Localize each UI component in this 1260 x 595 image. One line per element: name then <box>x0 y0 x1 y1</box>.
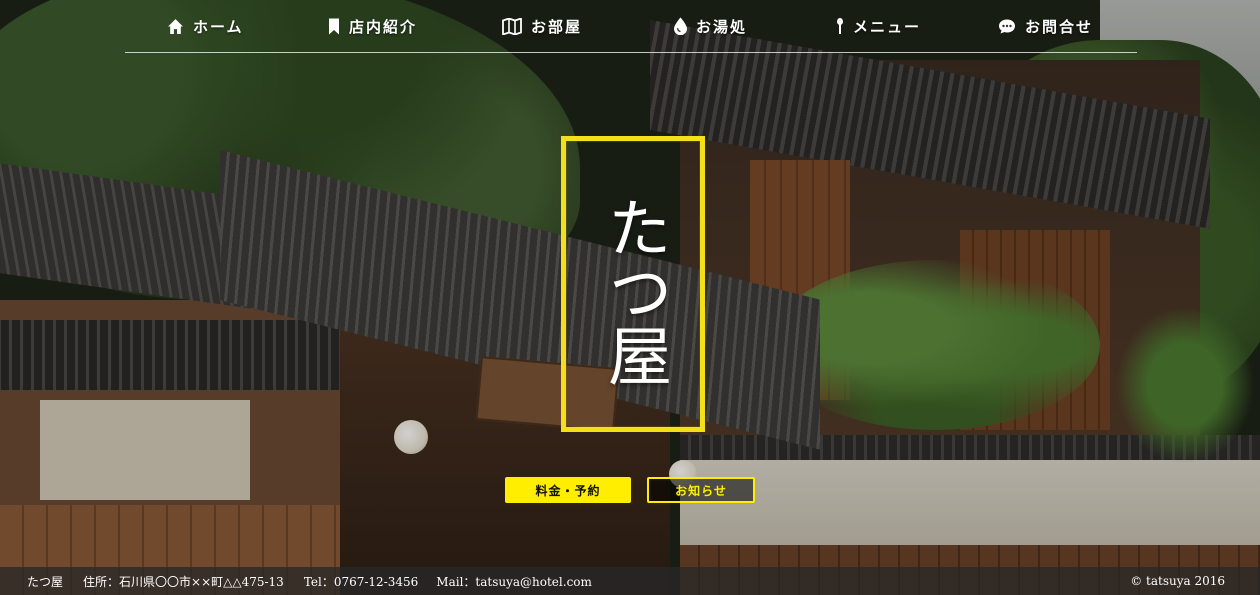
logo-text: たつ屋 <box>597 195 671 387</box>
nav-item-contact[interactable]: お問合せ <box>998 14 1093 38</box>
footer-name: たつ屋 <box>27 574 64 589</box>
footer-tel: Tel：0767-12-3456 <box>303 574 419 589</box>
main-navigation: ホーム 店内紹介 お部屋 お湯処 メニュー お問合せ <box>125 0 1137 53</box>
nav-item-menu[interactable]: メニュー <box>836 14 921 38</box>
nav-item-rooms[interactable]: お部屋 <box>502 14 582 38</box>
nav-item-bath[interactable]: お湯処 <box>674 14 747 38</box>
footer-address: 住所：石川県〇〇市××町△△475-13 <box>83 574 284 589</box>
nav-item-label: ホーム <box>193 17 244 36</box>
nav-item-label: お問合せ <box>1025 17 1094 36</box>
site-logo[interactable]: たつ屋 <box>561 136 705 432</box>
nav-item-label: メニュー <box>853 17 922 36</box>
water-drop-icon <box>674 17 687 35</box>
map-icon <box>502 17 522 35</box>
nav-item-home[interactable]: ホーム <box>167 14 244 38</box>
nav-item-label: お部屋 <box>531 17 583 36</box>
reservation-button[interactable]: 料金・予約 <box>505 477 631 503</box>
footer-copyright: © tatsuya 2016 <box>1130 574 1225 588</box>
chat-bubble-icon <box>999 19 1015 33</box>
nav-item-label: 店内紹介 <box>349 17 418 36</box>
footer: たつ屋 住所：石川県〇〇市××町△△475-13 Tel：0767-12-345… <box>0 567 1260 595</box>
footer-mail: Mail：tatsuya@hotel.com <box>436 574 592 589</box>
nav-item-label: お湯処 <box>696 17 748 36</box>
news-button[interactable]: お知らせ <box>647 477 755 503</box>
home-icon <box>168 18 183 34</box>
nav-item-about[interactable]: 店内紹介 <box>328 14 417 38</box>
bookmark-icon <box>329 18 339 34</box>
utensil-icon <box>837 18 843 34</box>
